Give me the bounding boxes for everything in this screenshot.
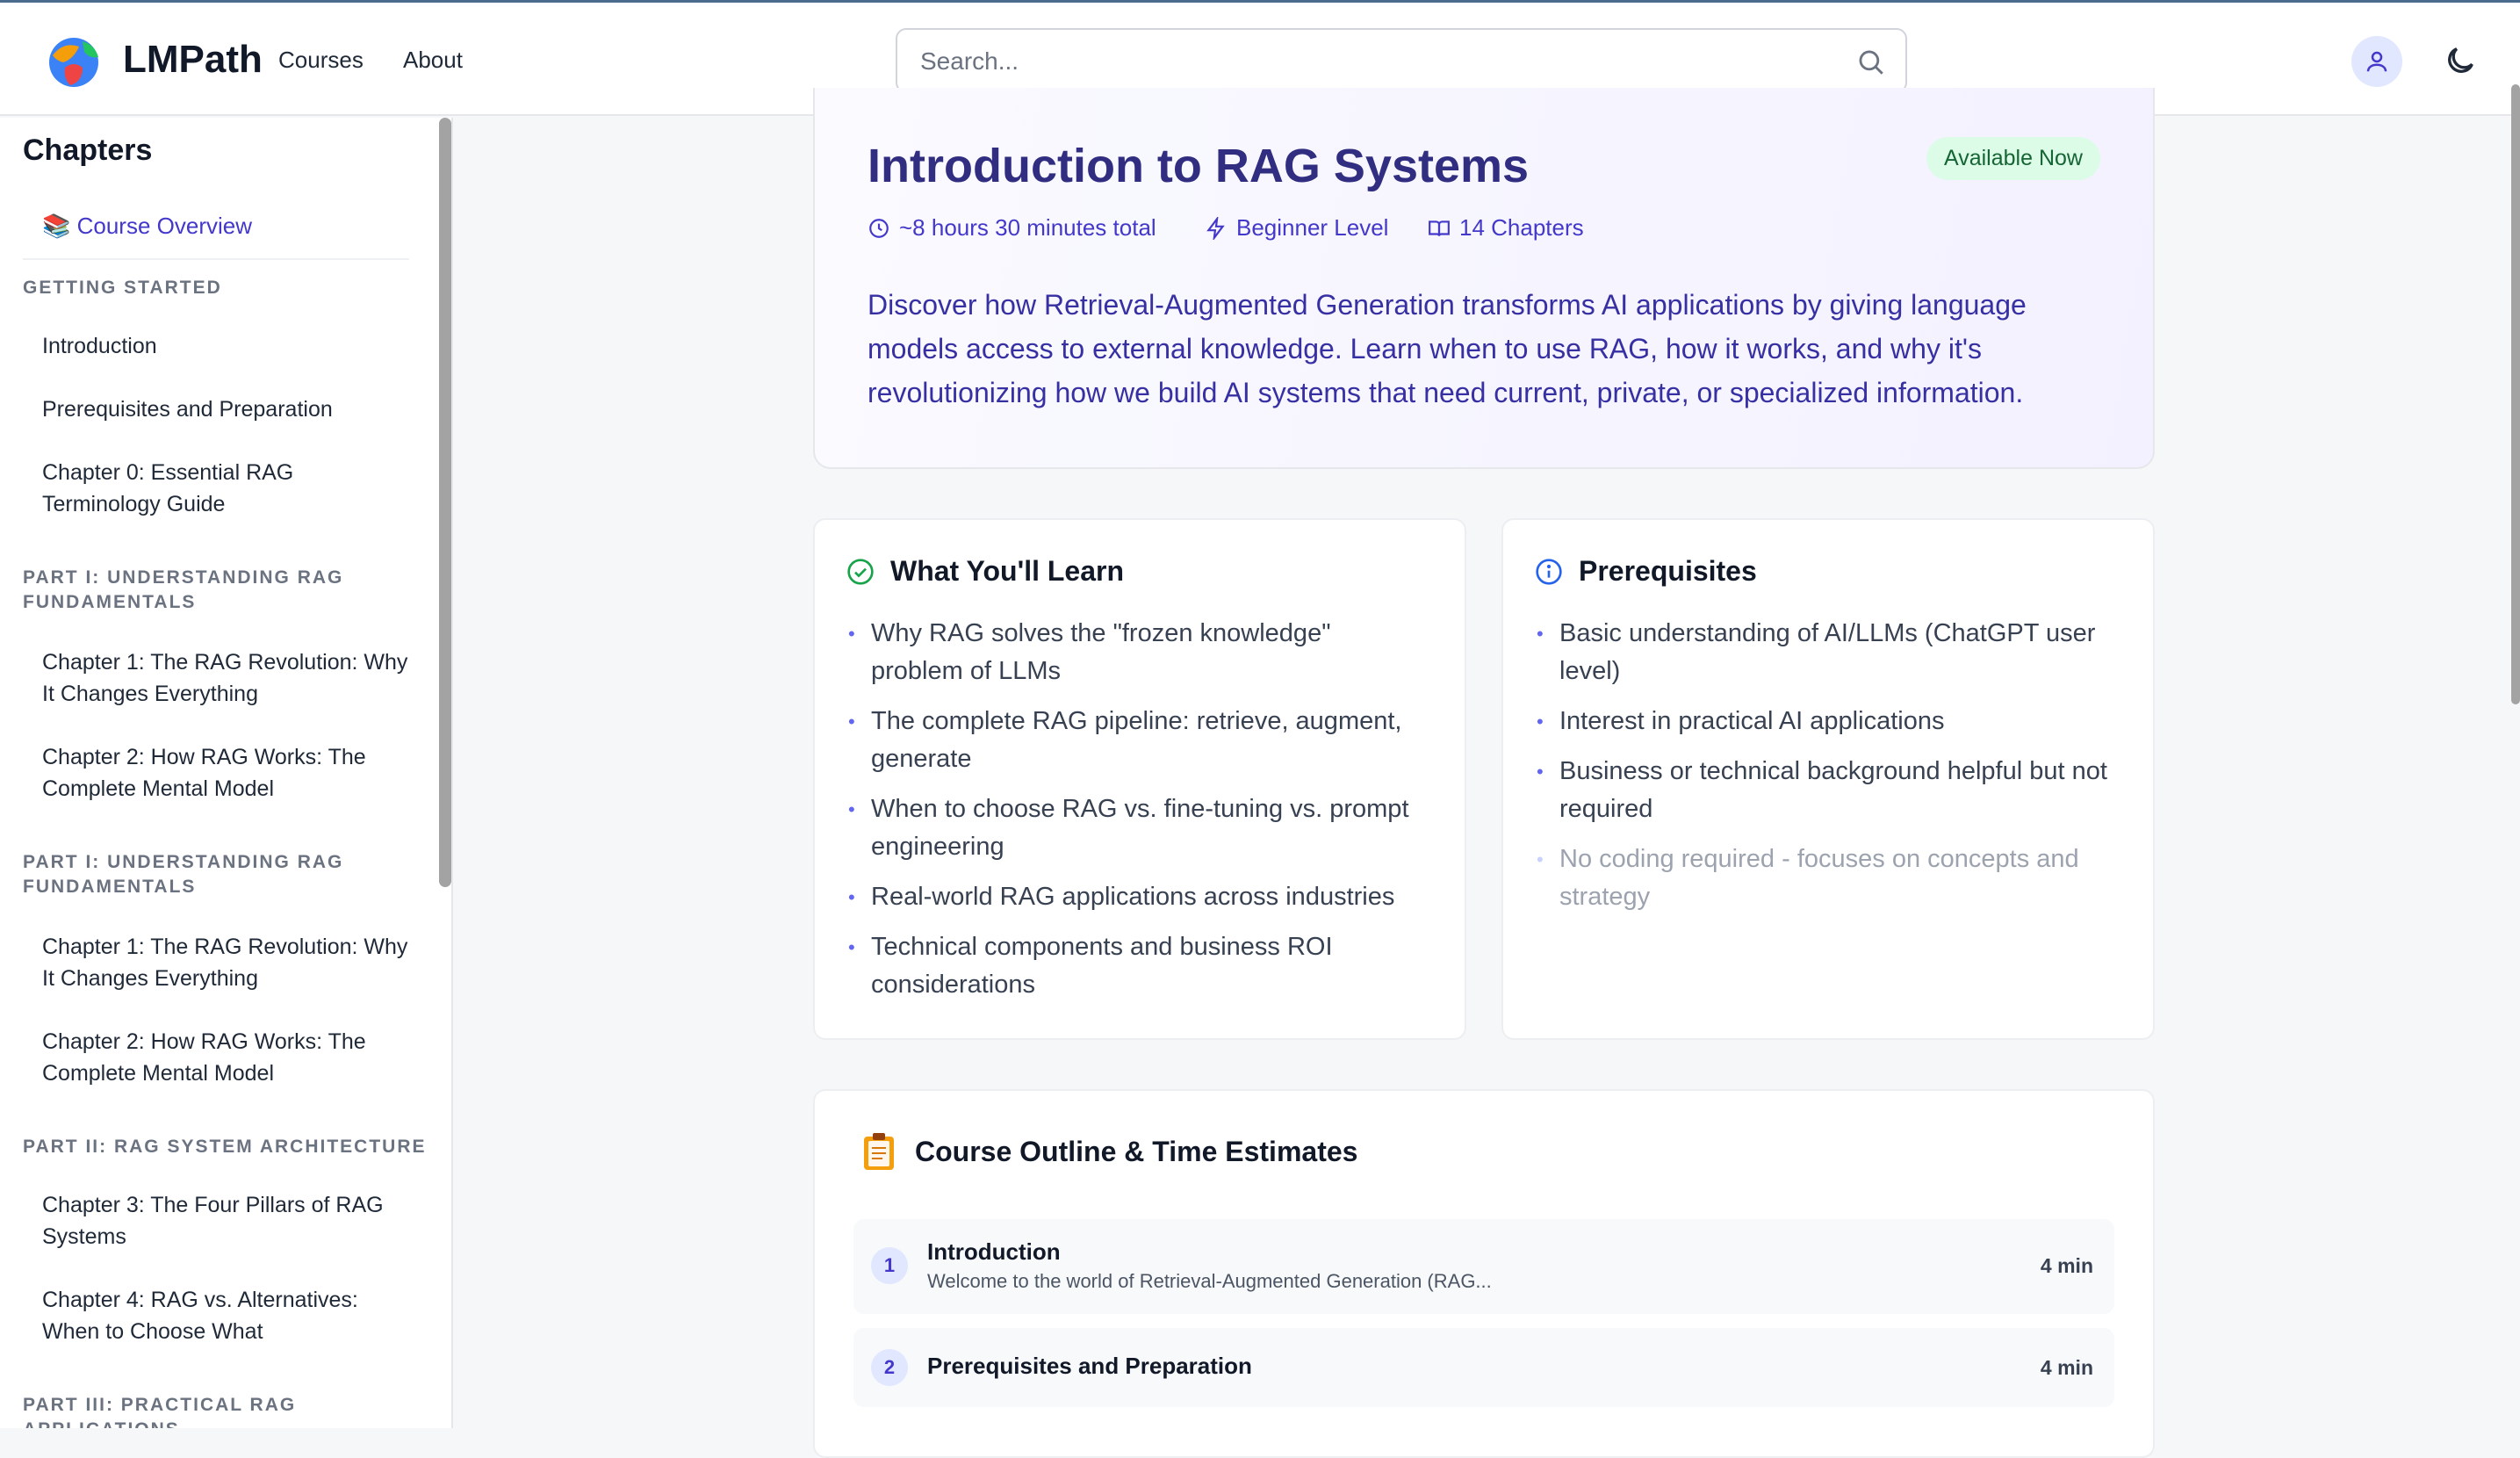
sidebar-section-label: PART III: PRACTICAL RAG APPLICATIONS [23, 1395, 297, 1428]
chapter-title: Introduction [927, 1238, 1061, 1265]
logo-icon[interactable] [44, 32, 104, 89]
brand-name[interactable]: LMPath [123, 38, 263, 82]
chapters-meta: 14 Chapters [1428, 214, 1584, 242]
lightning-icon [1206, 216, 1225, 240]
chapter-time: 4 min [2040, 1356, 2093, 1379]
chapters-count-text: 14 Chapters [1459, 214, 1584, 241]
course-outline-title: Course Outline & Time Estimates [915, 1135, 1358, 1167]
duration-text: ~8 hours 30 minutes total [899, 214, 1156, 241]
level-meta: Beginner Level [1205, 214, 1388, 242]
sidebar-item-chapter-3[interactable]: Chapter 3: The Four Pillars of RAG Syste… [42, 1189, 411, 1252]
learn-card-header: What You'll Learn [846, 555, 1124, 588]
list-item: Basic understanding of AI/LLMs (ChatGPT … [1537, 615, 2116, 690]
search-box [896, 28, 1907, 93]
sidebar-item-chapter-1[interactable]: Chapter 1: The RAG Revolution: Why It Ch… [42, 931, 411, 994]
sidebar-title: Chapters [23, 134, 153, 167]
course-description: Discover how Retrieval-Augmented Generat… [868, 289, 2027, 408]
outline-row-introduction[interactable]: 1 Introduction Welcome to the world of R… [853, 1219, 2114, 1314]
sidebar-section-label: PART I: UNDERSTANDING RAG FUNDAMENTALS [23, 852, 344, 897]
sidebar-item-chapter-2[interactable]: Chapter 2: How RAG Works: The Complete M… [42, 741, 411, 805]
prerequisites-card: Prerequisites Basic understanding of AI/… [1501, 518, 2155, 1040]
list-item: Technical components and business ROI co… [848, 928, 1428, 1004]
clock-icon [869, 218, 889, 238]
learn-card-title: What You'll Learn [890, 555, 1124, 587]
search-icon[interactable] [1856, 47, 1886, 77]
level-text: Beginner Level [1236, 214, 1389, 241]
clipboard-icon [864, 1133, 894, 1170]
list-item: No coding required - focuses on concepts… [1537, 841, 2116, 916]
sidebar-section-label: PART I: UNDERSTANDING RAG FUNDAMENTALS [23, 567, 344, 612]
chapter-number: 2 [871, 1349, 908, 1386]
sidebar-divider [23, 258, 409, 260]
moon-icon[interactable] [2443, 43, 2478, 78]
sidebar-scrollbar[interactable] [439, 118, 451, 887]
learn-list: Why RAG solves the "frozen knowledge" pr… [848, 615, 1428, 1016]
sidebar-item-chapter-2[interactable]: Chapter 2: How RAG Works: The Complete M… [42, 1026, 411, 1089]
sidebar-item-course-overview[interactable]: 📚 Course Overview [42, 213, 252, 240]
list-item: Why RAG solves the "frozen knowledge" pr… [848, 615, 1428, 690]
sidebar-item-chapter-0[interactable]: Chapter 0: Essential RAG Terminology Gui… [42, 457, 411, 520]
outline-row-prerequisites[interactable]: 2 Prerequisites and Preparation 4 min [853, 1328, 2114, 1407]
sidebar-section-label: GETTING STARTED [23, 278, 222, 298]
main-scrollbar[interactable] [2511, 84, 2520, 704]
list-item: Interest in practical AI applications [1537, 703, 2116, 740]
user-avatar-button[interactable] [2351, 36, 2402, 87]
chapters-sidebar: Chapters 📚 Course Overview GETTING START… [0, 118, 453, 1428]
chapter-number: 1 [871, 1247, 908, 1284]
list-item: The complete RAG pipeline: retrieve, aug… [848, 703, 1428, 778]
prerequisites-card-title: Prerequisites [1579, 555, 1757, 587]
chapter-summary: Welcome to the world of Retrieval-Augmen… [927, 1270, 1492, 1292]
search-input[interactable] [920, 42, 1833, 81]
chapter-time: 4 min [2040, 1254, 2093, 1277]
sidebar-item-introduction[interactable]: Introduction [42, 330, 411, 362]
duration-meta: ~8 hours 30 minutes total [868, 214, 1156, 242]
course-outline-card: Course Outline & Time Estimates 1 Introd… [813, 1089, 2155, 1458]
chapter-title: Prerequisites and Preparation [927, 1353, 1252, 1379]
list-item: Business or technical background helpful… [1537, 753, 2116, 828]
status-badge: Available Now [1926, 137, 2100, 180]
check-circle-icon [847, 558, 874, 585]
nav-about-link[interactable]: About [403, 47, 463, 74]
sidebar-item-prerequisites[interactable]: Prerequisites and Preparation [42, 393, 411, 425]
sidebar-item-chapter-4[interactable]: Chapter 4: RAG vs. Alternatives: When to… [42, 1284, 411, 1347]
sidebar-item-chapter-1[interactable]: Chapter 1: The RAG Revolution: Why It Ch… [42, 646, 411, 710]
book-icon [1429, 220, 1450, 236]
prerequisites-list: Basic understanding of AI/LLMs (ChatGPT … [1537, 615, 2116, 928]
learn-card: What You'll Learn Why RAG solves the "fr… [813, 518, 1466, 1040]
prerequisites-card-header: Prerequisites [1535, 555, 1757, 588]
list-item: When to choose RAG vs. fine-tuning vs. p… [848, 790, 1428, 866]
course-outline-header: Course Outline & Time Estimates [862, 1131, 1357, 1172]
info-icon [1536, 558, 1562, 585]
course-hero-card: Introduction to RAG Systems Available No… [813, 88, 2155, 469]
sidebar-section-label: PART II: RAG SYSTEM ARCHITECTURE [23, 1137, 427, 1157]
list-item: Real-world RAG applications across indus… [848, 878, 1428, 916]
course-title: Introduction to RAG Systems [868, 140, 1530, 192]
user-icon [2366, 51, 2387, 72]
nav-courses-link[interactable]: Courses [278, 47, 364, 74]
